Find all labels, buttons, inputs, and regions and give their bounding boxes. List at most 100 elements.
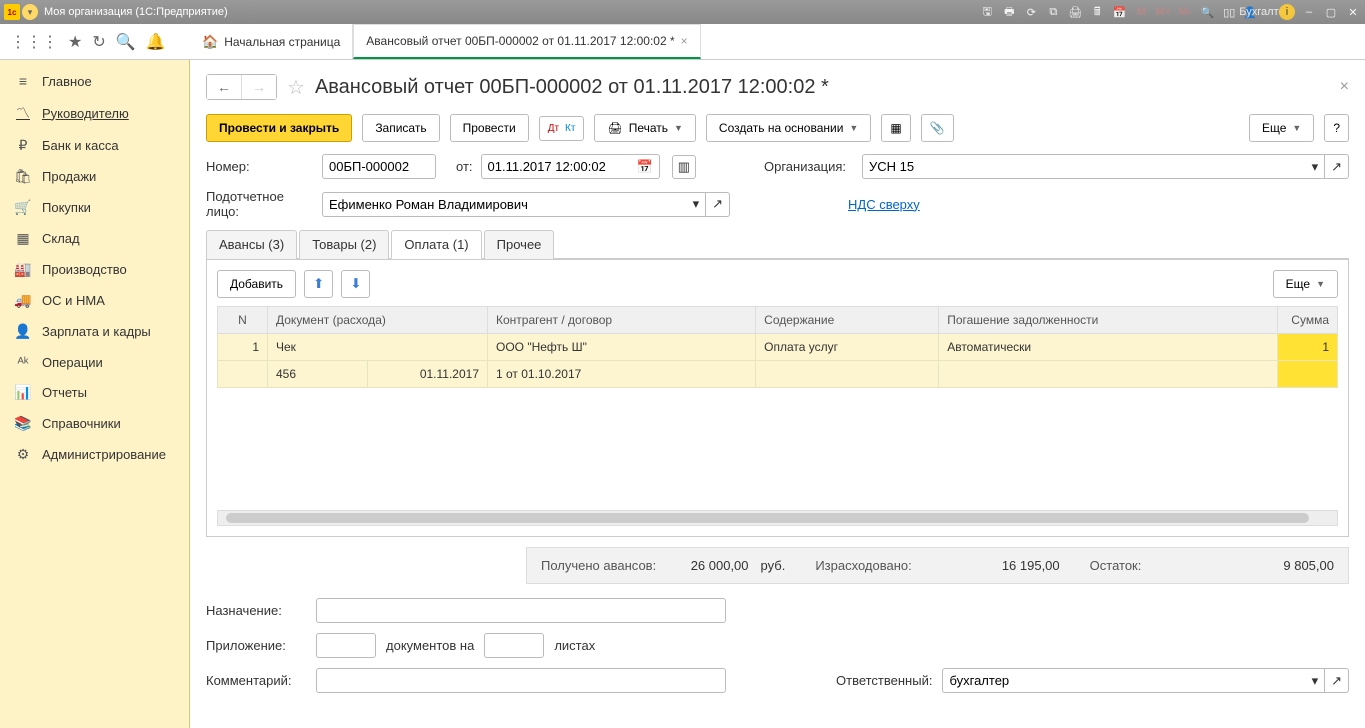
date-input[interactable] bbox=[481, 154, 631, 179]
m-icon[interactable]: M bbox=[1133, 4, 1149, 20]
history-icon[interactable]: ↻ bbox=[92, 32, 105, 52]
sidebar-icon: 🛒 bbox=[14, 199, 32, 216]
move-down-button[interactable]: ⬇ bbox=[341, 270, 370, 298]
save-button[interactable]: Записать bbox=[362, 114, 439, 142]
org-open-icon[interactable]: ↗ bbox=[1325, 154, 1349, 179]
doc-tab-3[interactable]: Прочее bbox=[484, 230, 555, 259]
bell-icon[interactable]: 🔔 bbox=[146, 32, 166, 52]
grid-col-0[interactable]: N bbox=[218, 307, 268, 334]
structure-button[interactable]: ▦ bbox=[881, 114, 910, 142]
close-window-icon[interactable]: ✕ bbox=[1345, 4, 1361, 20]
sidebar-item-3[interactable]: 🛍Продажи bbox=[0, 161, 189, 192]
minimize-icon[interactable]: – bbox=[1301, 4, 1317, 20]
org-dropdown-icon[interactable]: ▾ bbox=[1306, 154, 1326, 179]
move-up-button[interactable]: ⬆ bbox=[304, 270, 333, 298]
compare-icon[interactable]: ⧉ bbox=[1045, 4, 1061, 20]
grid-col-5[interactable]: Сумма bbox=[1278, 307, 1338, 334]
sidebar-item-9[interactable]: ᴬᵏОперации bbox=[0, 347, 189, 377]
doc-tab-2[interactable]: Оплата (1) bbox=[391, 230, 481, 259]
zoom-icon[interactable]: 🔍 bbox=[1199, 4, 1215, 20]
sidebar-item-12[interactable]: ⚙Администрирование bbox=[0, 439, 189, 470]
dtkt-button[interactable]: ДтКт bbox=[539, 116, 585, 141]
post-and-close-button[interactable]: Провести и закрыть bbox=[206, 114, 352, 142]
save-icon[interactable]: 🖫 bbox=[979, 4, 995, 20]
close-tab-icon[interactable]: × bbox=[681, 34, 688, 48]
person-input[interactable] bbox=[322, 192, 687, 217]
grid-col-4[interactable]: Погашение задолженности bbox=[939, 307, 1278, 334]
responsible-dropdown-icon[interactable]: ▾ bbox=[1306, 668, 1326, 693]
add-row-button[interactable]: Добавить bbox=[217, 270, 296, 298]
star-icon[interactable]: ☆ bbox=[287, 75, 305, 100]
sidebar-item-1[interactable]: 〽Руководителю bbox=[0, 96, 189, 130]
sidebar-icon: 🏭 bbox=[14, 261, 32, 278]
date-ext-icon[interactable]: ▥ bbox=[672, 155, 696, 179]
close-doc-icon[interactable]: × bbox=[1340, 78, 1349, 96]
calendar-picker-icon[interactable]: 📅 bbox=[631, 154, 660, 179]
user-icon[interactable]: 👤 Бухгалтер bbox=[1243, 4, 1273, 20]
purpose-label: Назначение: bbox=[206, 603, 306, 618]
horizontal-scrollbar[interactable] bbox=[217, 510, 1338, 526]
docs-count-input[interactable] bbox=[316, 633, 376, 658]
comment-input[interactable] bbox=[316, 668, 726, 693]
sidebar-icon: ₽ bbox=[14, 137, 32, 154]
panels-icon[interactable]: ▯▯ bbox=[1221, 4, 1237, 20]
help-button[interactable]: ? bbox=[1324, 114, 1349, 142]
doc-tab-1[interactable]: Товары (2) bbox=[299, 230, 389, 259]
sidebar-item-7[interactable]: 🚚ОС и НМА bbox=[0, 285, 189, 316]
refresh-icon[interactable]: ⟳ bbox=[1023, 4, 1039, 20]
tab-document[interactable]: Авансовый отчет 00БП-000002 от 01.11.201… bbox=[353, 24, 700, 59]
person-dropdown-icon[interactable]: ▾ bbox=[687, 192, 707, 217]
grid-col-1[interactable]: Документ (расхода) bbox=[268, 307, 488, 334]
forward-button[interactable]: → bbox=[242, 75, 276, 99]
number-label: Номер: bbox=[206, 159, 314, 174]
responsible-open-icon[interactable]: ↗ bbox=[1325, 668, 1349, 693]
search-icon[interactable]: 🔍 bbox=[116, 32, 136, 52]
mplus-icon[interactable]: M+ bbox=[1155, 4, 1171, 20]
from-label: от: bbox=[456, 159, 473, 174]
doc-tab-0[interactable]: Авансы (3) bbox=[206, 230, 297, 259]
number-input[interactable] bbox=[322, 154, 436, 179]
calendar-icon[interactable]: 📅 bbox=[1111, 4, 1127, 20]
more-button[interactable]: Еще▼ bbox=[1249, 114, 1314, 142]
sidebar-item-0[interactable]: ≡Главное bbox=[0, 66, 189, 96]
favorite-icon[interactable]: ★ bbox=[68, 32, 82, 52]
sidebar-item-4[interactable]: 🛒Покупки bbox=[0, 192, 189, 223]
sidebar-item-8[interactable]: 👤Зарплата и кадры bbox=[0, 316, 189, 347]
attach-button[interactable]: 📎 bbox=[921, 114, 954, 142]
apps-icon[interactable]: ⋮⋮⋮ bbox=[10, 32, 58, 52]
tab-home[interactable]: 🏠 Начальная страница bbox=[190, 24, 353, 59]
info-icon[interactable]: i bbox=[1279, 4, 1295, 20]
sidebar-item-6[interactable]: 🏭Производство bbox=[0, 254, 189, 285]
sidebar-item-5[interactable]: ▦Склад bbox=[0, 223, 189, 254]
mminus-icon[interactable]: M- bbox=[1177, 4, 1193, 20]
table-row[interactable]: 456 01.11.2017 1 от 01.10.2017 bbox=[218, 361, 1338, 388]
print-icon[interactable]: 🖶 bbox=[1001, 4, 1017, 20]
nds-link[interactable]: НДС сверху bbox=[848, 197, 920, 212]
app-dropdown-icon[interactable]: ▾ bbox=[22, 4, 38, 20]
sidebar-icon: ⚙ bbox=[14, 446, 32, 463]
back-button[interactable]: ← bbox=[207, 75, 242, 99]
sidebar-item-2[interactable]: ₽Банк и касса bbox=[0, 130, 189, 161]
table-row[interactable]: 1 Чек ООО "Нефть Ш" Оплата услуг Автомат… bbox=[218, 334, 1338, 361]
print-button[interactable]: 🖨Печать▼ bbox=[594, 114, 695, 142]
sidebar-icon: 👤 bbox=[14, 323, 32, 340]
post-button[interactable]: Провести bbox=[450, 114, 529, 142]
print2-icon[interactable]: 🖨 bbox=[1067, 4, 1083, 20]
person-open-icon[interactable]: ↗ bbox=[706, 192, 730, 217]
create-based-button[interactable]: Создать на основании▼ bbox=[706, 114, 871, 142]
grid-col-2[interactable]: Контрагент / договор bbox=[488, 307, 756, 334]
sidebar-icon: ᴬᵏ bbox=[14, 354, 32, 370]
calc-icon[interactable]: 🖩 bbox=[1089, 4, 1105, 20]
grid-more-button[interactable]: Еще▼ bbox=[1273, 270, 1338, 298]
sheets-count-input[interactable] bbox=[484, 633, 544, 658]
purpose-input[interactable] bbox=[316, 598, 726, 623]
responsible-input[interactable] bbox=[942, 668, 1305, 693]
home-icon: 🏠 bbox=[202, 34, 218, 50]
sidebar-item-11[interactable]: 📚Справочники bbox=[0, 408, 189, 439]
grid-col-3[interactable]: Содержание bbox=[756, 307, 939, 334]
org-input[interactable] bbox=[862, 154, 1306, 179]
payment-grid[interactable]: NДокумент (расхода)Контрагент / договорС… bbox=[217, 306, 1338, 388]
sidebar-item-10[interactable]: 📊Отчеты bbox=[0, 377, 189, 408]
maximize-icon[interactable]: ▢ bbox=[1323, 4, 1339, 20]
sidebar-icon: 🚚 bbox=[14, 292, 32, 309]
